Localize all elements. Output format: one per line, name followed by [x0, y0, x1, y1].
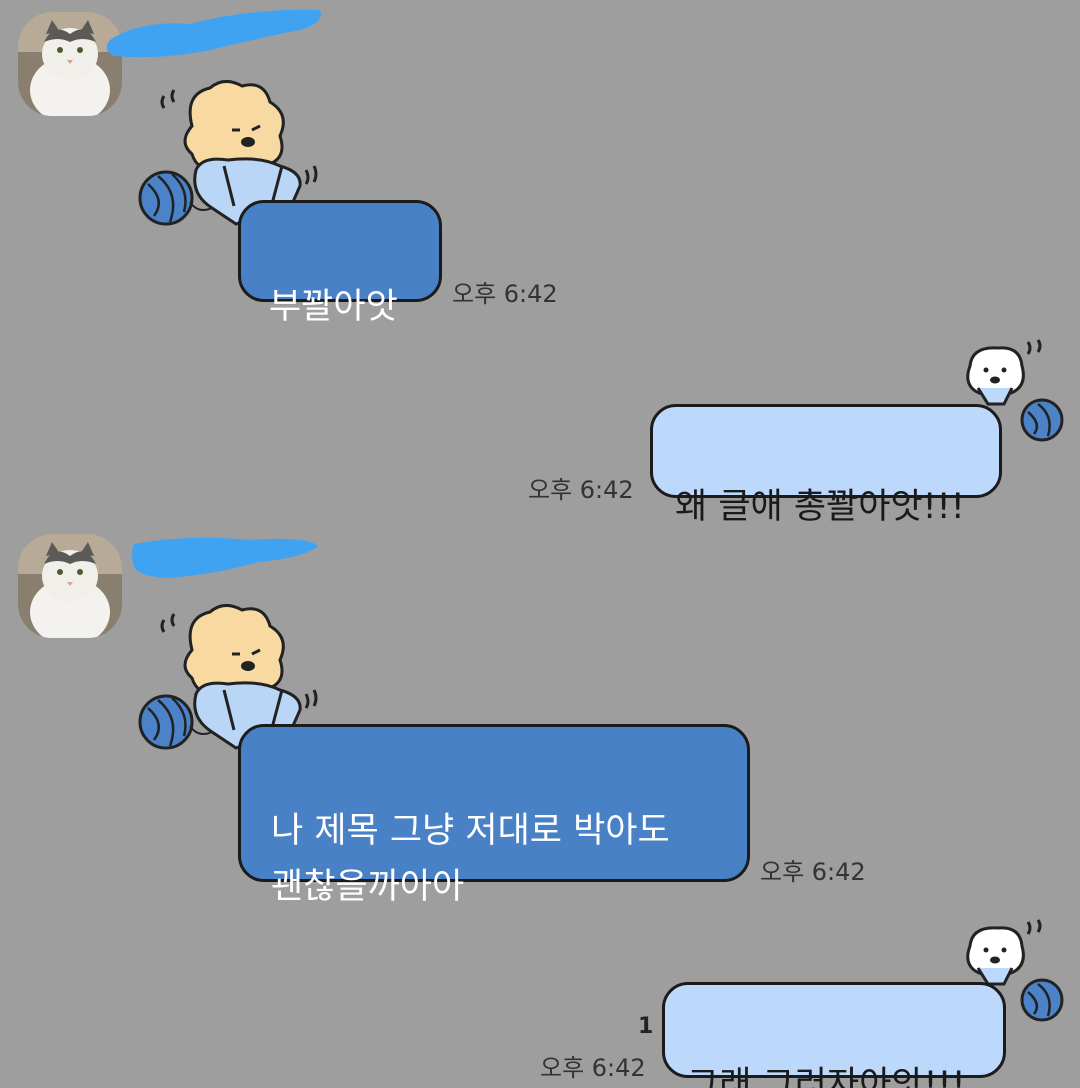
- message-time: 오후 6:42: [760, 858, 866, 886]
- incoming-message-bubble[interactable]: 나 제목 그냥 저대로 박아도 괜찮을까아아: [238, 724, 750, 907]
- outgoing-message-bubble[interactable]: 그래 그러자아앗!!!: [662, 982, 1006, 1088]
- message-time: 오후 6:42: [528, 476, 634, 504]
- redacted-sender-name: [132, 537, 318, 578]
- unread-count: 1: [638, 1014, 654, 1039]
- cat-photo: [18, 534, 122, 638]
- message-text: 그래 그러자아앗!!!: [687, 1065, 966, 1088]
- message-time: 오후 6:42: [452, 280, 558, 308]
- chat-screen: 부꽐아앗 오후 6:42 왜 글애 총꽐아앗!!! 오후 6:42 나 제목 그…: [0, 0, 1080, 1088]
- sender-avatar[interactable]: [18, 534, 122, 638]
- message-text: 부꽐아앗: [269, 287, 398, 327]
- message-text: 왜 글애 총꽐아앗!!!: [675, 487, 965, 527]
- message-text: 나 제목 그냥 저대로 박아도 괜찮을까아아: [271, 811, 670, 907]
- redacted-sender-name: [106, 9, 322, 58]
- message-time: 오후 6:42: [540, 1054, 646, 1082]
- outgoing-message-bubble[interactable]: 왜 글애 총꽐아앗!!!: [650, 404, 1002, 527]
- incoming-message-bubble[interactable]: 부꽐아앗: [238, 200, 442, 327]
